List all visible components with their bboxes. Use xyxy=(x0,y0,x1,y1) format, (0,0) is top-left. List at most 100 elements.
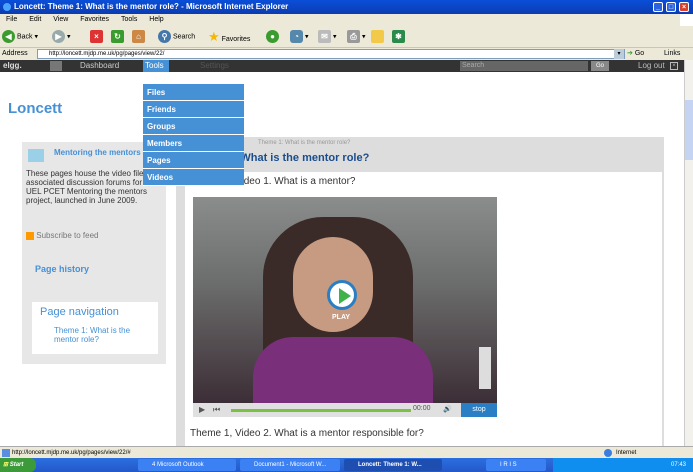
address-input[interactable]: http://loncett.mjdp.me.uk/pg/pages/view/… xyxy=(37,49,625,59)
search-go-button[interactable]: Go xyxy=(591,61,609,71)
menu-tools[interactable]: Tools xyxy=(121,16,137,23)
menu-item-pages[interactable]: Pages xyxy=(143,152,244,169)
start-label: Start xyxy=(9,462,24,468)
back-arrow-icon: ◀ xyxy=(2,30,15,43)
video2-title: Theme 1, Video 2. What is a mentor respo… xyxy=(190,428,424,439)
menu-item-friends[interactable]: Friends xyxy=(143,101,244,118)
stop-button[interactable]: × xyxy=(90,30,103,44)
close-icon[interactable]: × xyxy=(679,2,689,12)
start-button[interactable]: ⊞ Start xyxy=(0,458,36,472)
go-button[interactable]: ➔ Go xyxy=(627,48,644,60)
avatar[interactable] xyxy=(50,61,62,71)
menu-item-videos[interactable]: Videos xyxy=(143,169,244,186)
menu-file[interactable]: File xyxy=(6,16,17,23)
page-scrollbar[interactable] xyxy=(684,60,693,446)
clock: 07:43 xyxy=(671,462,687,468)
search-input[interactable]: Search xyxy=(460,61,588,71)
messenger-icon: ✱ xyxy=(392,30,405,43)
video-player[interactable]: PLAY xyxy=(193,197,497,403)
group-title[interactable]: Mentoring the mentors xyxy=(54,148,144,157)
window-title: Loncett: Theme 1: What is the mentor rol… xyxy=(14,2,289,11)
back-label: Back xyxy=(16,33,33,41)
media-button[interactable]: ● xyxy=(266,30,279,44)
folder-icon xyxy=(371,30,384,43)
site-title[interactable]: Loncett xyxy=(8,100,62,117)
search-label: Search xyxy=(172,33,196,41)
page-history-link[interactable]: Page history xyxy=(35,264,89,274)
search-button[interactable]: ⚲ Search xyxy=(158,30,195,44)
history-button[interactable]: ◔ ▾ xyxy=(290,30,308,44)
minimize-icon[interactable]: _ xyxy=(653,2,663,12)
menu-favorites[interactable]: Favorites xyxy=(80,16,109,23)
mail-icon: ✉ xyxy=(318,30,331,43)
task-outlook[interactable]: 4 Microsoft Outlook xyxy=(138,459,236,471)
favorites-button[interactable]: ★ Favorites xyxy=(208,30,250,44)
subscribe-label: Subscribe to feed xyxy=(36,231,99,240)
go-arrow-icon: ➔ xyxy=(627,50,633,57)
subscribe-link[interactable]: Subscribe to feed xyxy=(26,231,99,240)
menu-edit[interactable]: Edit xyxy=(29,16,41,23)
breadcrumb[interactable]: Theme 1: What is the mentor role? xyxy=(258,140,350,146)
task-browser[interactable]: Loncett: Theme 1: W... xyxy=(344,459,442,471)
page-navigation-box: Page navigation Theme 1: What is the men… xyxy=(32,302,158,354)
home-button[interactable]: ⌂ xyxy=(132,30,145,44)
ie-icon xyxy=(3,3,11,11)
window-title-bar: Loncett: Theme 1: What is the mentor rol… xyxy=(0,0,693,14)
globe-icon xyxy=(604,449,612,457)
scroll-watermark xyxy=(479,347,491,389)
page-icon xyxy=(2,449,10,457)
menu-help[interactable]: Help xyxy=(149,16,163,23)
scrollbar-thumb[interactable] xyxy=(685,100,693,160)
go-label: Go xyxy=(634,50,645,57)
windows-start-icon: ⊞ xyxy=(3,462,9,468)
browser-toolbar: ◀ Back ▾ ▶ ▾ × ↻ ⌂ ⚲ Search ★ Favorites … xyxy=(0,26,693,48)
refresh-icon: ↻ xyxy=(111,30,124,43)
video-controls: ▶ ⏮ 00:00 🔊 stop xyxy=(193,403,497,417)
forward-arrow-icon: ▶ xyxy=(52,30,65,43)
maximize-icon[interactable]: □ xyxy=(666,2,676,12)
menu-item-files[interactable]: Files xyxy=(143,84,244,101)
rewind-icon[interactable]: ⏮ xyxy=(213,405,220,415)
menu-item-members[interactable]: Members xyxy=(143,135,244,152)
print-icon: ⎙ xyxy=(347,30,360,43)
time-display: 00:00 xyxy=(413,405,431,412)
menu-view[interactable]: View xyxy=(53,16,68,23)
play-small-icon[interactable]: ▶ xyxy=(199,405,205,414)
volume-icon[interactable]: 🔊 xyxy=(443,405,452,413)
nav-tools[interactable]: Tools xyxy=(143,60,169,72)
progress-bar[interactable] xyxy=(231,409,411,412)
back-button[interactable]: ◀ Back ▾ xyxy=(2,30,38,44)
stop-button[interactable]: stop xyxy=(461,403,497,417)
forward-button[interactable]: ▶ ▾ xyxy=(52,30,70,44)
play-icon[interactable] xyxy=(327,280,357,310)
address-bar: Address http://loncett.mjdp.me.uk/pg/pag… xyxy=(0,48,693,60)
folder-button[interactable] xyxy=(371,30,384,44)
task-word[interactable]: Document1 - Microsoft W... xyxy=(240,459,340,471)
windows-flag-icon xyxy=(680,14,693,26)
mail-button[interactable]: ✉ ▾ xyxy=(318,30,336,44)
nav-settings[interactable]: Settings xyxy=(200,60,229,72)
address-value: http://loncett.mjdp.me.uk/pg/pages/view/… xyxy=(49,51,165,57)
print-button[interactable]: ⎙ ▾ xyxy=(347,30,365,44)
task-iris[interactable]: I R I S xyxy=(486,459,546,471)
elgg-topbar: elgg. Dashboard Tools Settings Search Go… xyxy=(0,60,684,72)
nav-dashboard[interactable]: Dashboard xyxy=(80,60,119,72)
status-bar: http://loncett.mjdp.me.uk/pg/pages/view/… xyxy=(0,446,693,458)
refresh-button[interactable]: ↻ xyxy=(111,30,124,44)
address-dropdown-icon[interactable]: ▾ xyxy=(614,49,624,59)
menu-item-groups[interactable]: Groups xyxy=(143,118,244,135)
messenger-button[interactable]: ✱ xyxy=(392,30,405,44)
logout-link[interactable]: Log out xyxy=(638,60,665,72)
logout-icon[interactable]: × xyxy=(670,62,678,70)
home-icon: ⌂ xyxy=(132,30,145,43)
page-navigation-title: Page navigation xyxy=(40,306,119,318)
video-frame-scarf xyxy=(253,337,433,403)
quick-launch xyxy=(40,460,136,470)
elgg-logo[interactable]: elgg. xyxy=(3,60,22,72)
taskbar: ⊞ Start 4 Microsoft Outlook Document1 - … xyxy=(0,458,693,472)
group-icon xyxy=(28,149,44,162)
page-nav-item[interactable]: Theme 1: What is the mentor role? xyxy=(42,326,154,344)
stop-icon: × xyxy=(90,30,103,43)
links-button[interactable]: Links xyxy=(664,48,680,60)
address-label: Address xyxy=(2,50,28,57)
